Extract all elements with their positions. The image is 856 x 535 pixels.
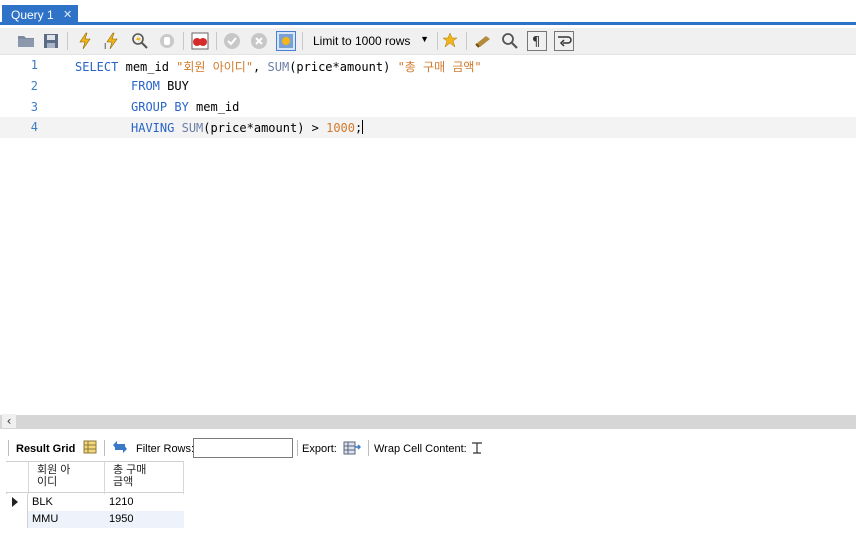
bookmark-star-icon[interactable] xyxy=(441,31,461,51)
line-number: 1 xyxy=(30,58,38,72)
scroll-left-icon[interactable]: ‹ xyxy=(2,414,16,428)
commit-icon[interactable] xyxy=(222,31,242,51)
close-tab-icon[interactable]: ✕ xyxy=(63,8,72,21)
row-header[interactable] xyxy=(6,511,28,528)
word-wrap-icon[interactable] xyxy=(554,31,574,51)
filter-rows-label: Filter Rows: xyxy=(136,443,195,455)
save-icon[interactable] xyxy=(41,31,61,51)
row-header[interactable] xyxy=(6,494,28,511)
editor-line: 3 GROUP BY mem_id xyxy=(0,97,856,118)
wrap-cell-icon[interactable] xyxy=(471,441,483,458)
refresh-icon[interactable] xyxy=(111,440,129,457)
line-number: 4 xyxy=(30,120,38,134)
code-line-1: SELECT mem_id "회원 아이디", SUM(price*amount… xyxy=(75,60,482,74)
limit-rows-label: Limit to 1000 rows xyxy=(313,34,411,48)
result-toolbar: Result Grid Filter Rows: Export: Wrap Ce… xyxy=(0,436,856,460)
limit-rows-select[interactable]: Limit to 1000 rows ▼ xyxy=(307,31,434,51)
grid-view-icon[interactable] xyxy=(83,440,97,457)
wrap-cell-label: Wrap Cell Content: xyxy=(374,443,467,455)
grid-header: 회원 아 이디 총 구매 금액 xyxy=(6,461,184,494)
tab-query-1[interactable]: Query 1 ✕ xyxy=(2,5,78,25)
table-row[interactable]: MMU 1950 xyxy=(6,511,184,528)
editor-line: 2 FROM BUY xyxy=(0,76,856,97)
autocommit-icon[interactable] xyxy=(276,31,296,51)
editor-horizontal-scrollbar[interactable]: ‹ xyxy=(0,414,856,429)
tab-label: Query 1 xyxy=(11,8,54,22)
code-line-3: GROUP BY mem_id xyxy=(131,100,240,114)
chevron-down-icon: ▼ xyxy=(420,34,429,44)
line-number: 2 xyxy=(30,79,38,93)
table-row[interactable]: BLK 1210 xyxy=(6,494,184,511)
code-line-2: FROM BUY xyxy=(131,79,189,93)
beautify-icon[interactable] xyxy=(473,31,493,51)
column-header-member-id[interactable]: 회원 아 이디 xyxy=(37,464,70,488)
open-folder-icon[interactable] xyxy=(16,31,36,51)
svg-text:¶: ¶ xyxy=(532,35,540,50)
cell-total-amount[interactable]: 1210 xyxy=(109,496,133,508)
explain-icon[interactable] xyxy=(130,31,150,51)
svg-text:I: I xyxy=(104,42,106,50)
code-line-4: HAVING SUM(price*amount) > 1000; xyxy=(131,120,364,135)
sql-editor-toolbar: I Limit to 1000 rows ▼ ¶ xyxy=(0,28,856,55)
invisible-chars-icon[interactable]: ¶ xyxy=(527,31,547,51)
find-icon[interactable] xyxy=(500,31,520,51)
stop-icon[interactable] xyxy=(157,31,177,51)
cell-member-id[interactable]: MMU xyxy=(32,513,58,525)
text-caret xyxy=(362,120,364,134)
filter-rows-input[interactable] xyxy=(193,438,293,458)
tab-bar: Query 1 ✕ xyxy=(0,0,856,25)
sql-editor[interactable]: 1 SELECT mem_id "회원 아이디", SUM(price*amou… xyxy=(0,55,856,415)
line-number: 3 xyxy=(30,100,38,114)
execute-current-icon[interactable]: I xyxy=(102,31,122,51)
toggle-error-icon[interactable] xyxy=(190,31,210,51)
cell-total-amount[interactable]: 1950 xyxy=(109,513,133,525)
rollback-icon[interactable] xyxy=(249,31,269,51)
column-header-total-amount[interactable]: 총 구매 금액 xyxy=(113,464,146,488)
editor-line-active: 4 HAVING SUM(price*amount) > 1000; xyxy=(0,117,856,138)
cell-member-id[interactable]: BLK xyxy=(32,496,53,508)
current-row-icon xyxy=(12,497,18,507)
execute-icon[interactable] xyxy=(75,31,95,51)
export-icon[interactable] xyxy=(343,439,361,460)
editor-line: 1 SELECT mem_id "회원 아이디", SUM(price*amou… xyxy=(0,55,856,76)
result-grid-label[interactable]: Result Grid xyxy=(16,443,75,455)
export-label: Export: xyxy=(302,443,337,455)
